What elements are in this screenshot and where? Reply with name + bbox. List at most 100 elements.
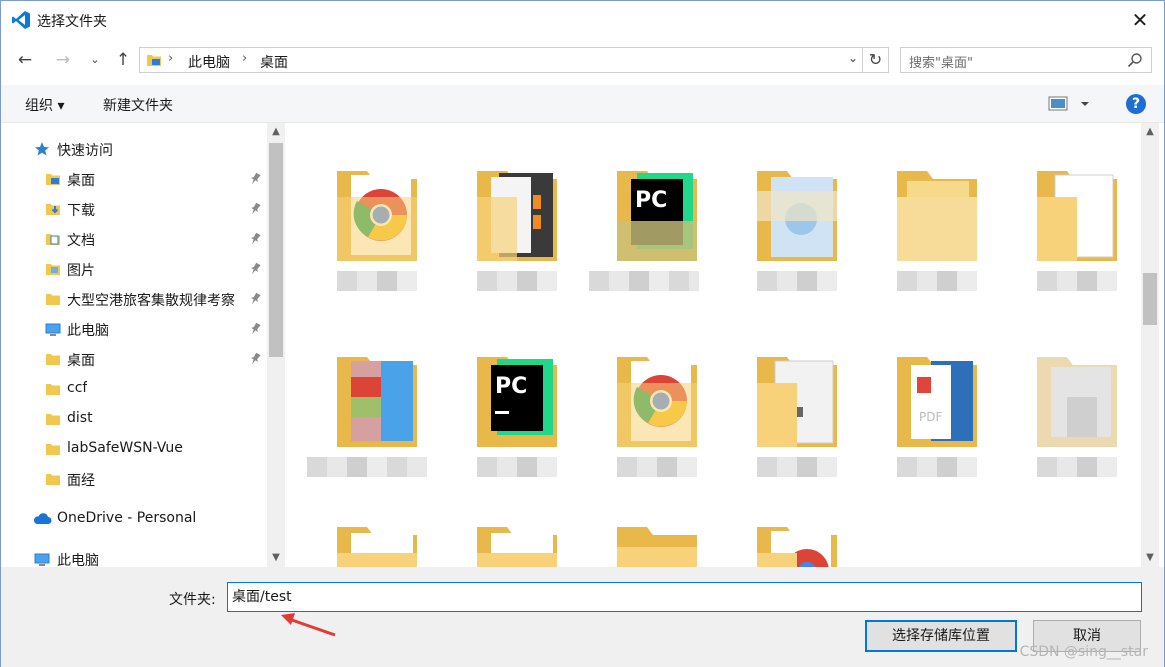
sidebar-item-label: 快速访问 <box>57 143 113 159</box>
sidebar-item-dist[interactable]: dist <box>1 404 267 434</box>
sidebar-item-onedrive[interactable]: OneDrive - Personal <box>1 504 267 534</box>
folder-tile[interactable]: PC <box>457 319 577 489</box>
new-folder-button[interactable]: 新建文件夹 <box>103 95 173 115</box>
sidebar-item-ccf[interactable]: ccf <box>1 374 267 404</box>
redacted-filename <box>477 457 557 477</box>
computer-icon <box>34 553 50 566</box>
close-button[interactable]: ✕ <box>1126 7 1154 33</box>
folder-tile[interactable] <box>1017 319 1137 489</box>
app-folder-icon <box>477 171 557 261</box>
forward-button[interactable]: → <box>51 49 75 71</box>
breadcrumb-desktop[interactable]: 桌面 <box>260 52 288 72</box>
sidebar-item-pictures[interactable]: 图片 <box>1 254 267 284</box>
sidebar-item-label: 图片 <box>67 263 95 279</box>
sidebar-item-labsafewsn-vue[interactable]: labSafeWSN-Vue <box>1 434 267 464</box>
image-folder-icon <box>757 171 837 261</box>
sidebar-item-desktop-2[interactable]: 桌面 <box>1 344 267 374</box>
help-button[interactable]: ? <box>1126 94 1146 114</box>
pin-icon[interactable] <box>249 352 261 366</box>
navigation-pane: 快速访问 桌面 下载 文档 图片 大型空港旅客集散规律考察 此电脑 桌面 ccf… <box>1 123 267 567</box>
footer-panel: 文件夹: 桌面/test 选择存储库位置 取消 CSDN @sing__star <box>1 567 1164 667</box>
folder-tile[interactable] <box>317 489 437 567</box>
scroll-up-icon[interactable]: ▲ <box>1141 123 1159 141</box>
folder-icon <box>46 474 60 485</box>
sidebar-item-documents[interactable]: 文档 <box>1 224 267 254</box>
pin-icon[interactable] <box>249 322 261 336</box>
folder-tile[interactable] <box>877 133 997 303</box>
sidebar-item-label: 下载 <box>67 203 95 219</box>
sidebar-item-mianjing[interactable]: 面经 <box>1 464 267 494</box>
pin-icon[interactable] <box>249 292 261 306</box>
sidebar-item-label: dist <box>67 410 93 426</box>
breadcrumb-this-pc[interactable]: 此电脑 <box>188 52 230 72</box>
pin-icon[interactable] <box>249 262 261 276</box>
sidebar-scrollbar[interactable]: ▲ ▼ <box>267 123 285 567</box>
search-box[interactable]: 搜索"桌面" <box>900 47 1152 73</box>
desktop-folder-icon <box>46 174 60 185</box>
cloud-icon <box>33 513 52 524</box>
folder-tile[interactable] <box>457 133 577 303</box>
scroll-up-icon[interactable]: ▲ <box>267 123 285 141</box>
sidebar-item-label: 此电脑 <box>67 323 109 339</box>
window-title: 选择文件夹 <box>37 14 107 30</box>
search-icon[interactable] <box>1127 52 1143 68</box>
folder-content-area: PC PC PDF <box>289 123 1141 567</box>
sidebar-scroll-thumb[interactable] <box>269 143 283 357</box>
sidebar-item-this-pc-pinned[interactable]: 此电脑 <box>1 314 267 344</box>
folder-name-input[interactable]: 桌面/test <box>227 582 1142 612</box>
recent-locations-chevron-icon[interactable]: ⌄ <box>83 49 107 71</box>
address-bar[interactable]: › 此电脑 › 桌面 ⌄ <box>139 47 863 73</box>
folder-tile[interactable] <box>317 133 437 303</box>
sidebar-item-downloads[interactable]: 下载 <box>1 194 267 224</box>
redacted-filename <box>477 271 557 291</box>
scroll-down-icon[interactable]: ▼ <box>267 549 285 567</box>
redacted-filename <box>337 271 417 291</box>
folder-tile[interactable] <box>737 319 857 489</box>
watermark: CSDN @sing__star <box>1019 644 1148 660</box>
up-button[interactable]: ↑ <box>111 49 135 71</box>
breadcrumb-separator: › <box>242 51 248 66</box>
organize-menu[interactable]: 组织 ▾ <box>25 95 64 115</box>
folder-tile[interactable] <box>597 489 717 567</box>
view-options-icon[interactable] <box>1047 95 1095 113</box>
scroll-down-icon[interactable]: ▼ <box>1141 549 1159 567</box>
folder-icon <box>617 527 697 567</box>
star-icon <box>35 142 49 156</box>
redacted-filename <box>757 457 837 477</box>
sidebar-item-this-pc[interactable]: 此电脑 <box>1 544 267 567</box>
folder-tile[interactable] <box>1017 133 1137 303</box>
redacted-filename <box>897 271 977 291</box>
svg-text:PDF: PDF <box>919 410 942 424</box>
sidebar-item-label: labSafeWSN-Vue <box>67 440 183 456</box>
sidebar-item-quick-access[interactable]: 快速访问 <box>1 134 267 164</box>
folder-icon <box>46 294 60 305</box>
folder-tile[interactable] <box>737 489 857 567</box>
folder-field-label: 文件夹: <box>169 592 216 608</box>
content-scrollbar[interactable]: ▲ ▼ <box>1141 123 1159 567</box>
back-button[interactable]: ← <box>13 49 37 71</box>
address-dropdown-icon[interactable]: ⌄ <box>848 51 858 65</box>
content-scroll-thumb[interactable] <box>1143 273 1157 325</box>
folder-icon <box>46 384 60 395</box>
document-folder-icon <box>1037 171 1117 261</box>
folder-icon <box>46 354 60 365</box>
sidebar-item-airport-survey[interactable]: 大型空港旅客集散规律考察 <box>1 284 267 314</box>
refresh-button[interactable]: ↻ <box>863 47 889 73</box>
pin-icon[interactable] <box>249 202 261 216</box>
sidebar-item-label: ccf <box>67 380 88 396</box>
select-location-button[interactable]: 选择存储库位置 <box>865 620 1017 652</box>
sidebar-item-desktop[interactable]: 桌面 <box>1 164 267 194</box>
pin-icon[interactable] <box>249 232 261 246</box>
search-input[interactable]: 搜索"桌面" <box>909 52 973 71</box>
pin-icon[interactable] <box>249 172 261 186</box>
folder-icon <box>1037 357 1117 447</box>
folder-tile[interactable] <box>457 489 577 567</box>
folder-tile[interactable]: PC <box>589 133 717 303</box>
sidebar-item-label: OneDrive - Personal <box>57 510 197 526</box>
folder-tile[interactable] <box>597 319 717 489</box>
folder-tile[interactable] <box>307 319 437 489</box>
folder-tile[interactable]: PDF <box>877 319 997 489</box>
redacted-filename <box>1037 271 1117 291</box>
folder-tile[interactable] <box>737 133 857 303</box>
folder-icon <box>337 527 417 567</box>
